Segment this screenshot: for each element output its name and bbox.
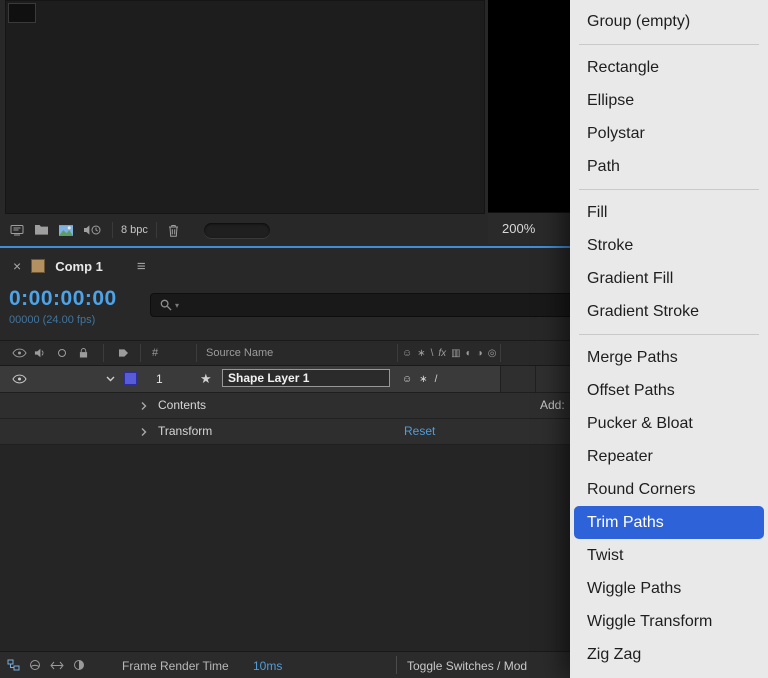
- menu-item-round-corners[interactable]: Round Corners: [574, 473, 764, 506]
- menu-item-merge-paths[interactable]: Merge Paths: [574, 341, 764, 374]
- solo-column-icon[interactable]: [58, 349, 66, 357]
- menu-separator: [570, 38, 768, 51]
- draft-3d-icon[interactable]: [29, 659, 41, 671]
- menu-item-offset-paths[interactable]: Offset Paths: [574, 374, 764, 407]
- menu-item-polystar[interactable]: Polystar: [574, 117, 764, 150]
- shape-layer-star-icon: ★: [200, 371, 212, 386]
- column-divider: [140, 344, 141, 362]
- collapse-column-icon[interactable]: ∗: [417, 348, 425, 359]
- expand-arrows-icon[interactable]: [50, 661, 64, 670]
- transform-reset-link[interactable]: Reset: [404, 419, 435, 444]
- eye-column-icon[interactable]: [12, 348, 27, 358]
- layer-number-column-label: #: [152, 347, 159, 359]
- column-divider: [500, 344, 501, 362]
- comp-mini-flowchart-icon[interactable]: [7, 659, 20, 671]
- quality-column-icon[interactable]: \: [431, 348, 434, 359]
- layer-quality-icon[interactable]: /: [435, 374, 438, 385]
- panel-close-button[interactable]: ×: [13, 258, 21, 274]
- lock-column-icon[interactable]: [79, 348, 88, 359]
- shy-column-icon[interactable]: ☺: [402, 348, 412, 359]
- search-icon: [160, 299, 172, 311]
- 3d-column-icon[interactable]: ◎: [488, 348, 497, 359]
- menu-item-fill[interactable]: Fill: [574, 196, 764, 229]
- layer-collapse-icon[interactable]: ∗: [419, 374, 427, 385]
- layer-expand-chevron-down-icon[interactable]: [106, 376, 115, 382]
- layer-visibility-eye-icon[interactable]: [12, 374, 27, 384]
- panel-tab-corner: [8, 3, 36, 23]
- timeline-bottom-icons: [7, 652, 85, 678]
- layer-shy-icon[interactable]: ☺: [402, 374, 412, 385]
- switch-cell[interactable]: [535, 366, 571, 392]
- column-divider: [196, 344, 197, 362]
- menu-item-twist[interactable]: Twist: [574, 539, 764, 572]
- motion-blur-column-icon[interactable]: ◐: [466, 348, 472, 359]
- folder-icon[interactable]: [35, 225, 48, 235]
- composition-icon: [31, 259, 46, 273]
- layer-name-field[interactable]: Shape Layer 1: [222, 369, 390, 387]
- frame-render-time-value: 10ms: [253, 659, 283, 673]
- layer-switches: ☺ ∗ /: [402, 366, 437, 392]
- menu-item-repeater[interactable]: Repeater: [574, 440, 764, 473]
- motion-blur-preview-icon[interactable]: [73, 659, 85, 671]
- project-panel-toolbar: 8 bpc: [0, 216, 486, 244]
- menu-item-zig-zag[interactable]: Zig Zag: [574, 638, 764, 671]
- audio-column-icon[interactable]: [34, 348, 45, 359]
- search-options-caret-icon[interactable]: ▾: [175, 301, 179, 310]
- menu-separator: [570, 183, 768, 196]
- column-divider: [103, 344, 104, 362]
- switch-cell[interactable]: [500, 366, 536, 392]
- after-effects-window: 8 bpc 200% × Comp 1 ≡ 0:00:00:00 00000 (…: [0, 0, 768, 678]
- menu-item-gradient-stroke[interactable]: Gradient Stroke: [574, 295, 764, 328]
- menu-separator: [570, 328, 768, 341]
- column-divider: [397, 344, 398, 362]
- adjustment-column-icon[interactable]: ◑: [477, 348, 483, 359]
- source-name-column-label[interactable]: Source Name: [206, 341, 273, 365]
- panel-menu-icon[interactable]: ≡: [137, 258, 146, 275]
- bit-depth-button[interactable]: 8 bpc: [112, 222, 157, 238]
- image-thumbnail-icon[interactable]: [59, 224, 73, 236]
- zoom-level-dropdown[interactable]: 200%: [502, 221, 535, 236]
- transform-label[interactable]: Transform: [158, 419, 212, 444]
- contents-label[interactable]: Contents: [158, 393, 206, 418]
- project-panel-content: [5, 0, 485, 214]
- timeline-tab-comp1[interactable]: Comp 1: [55, 259, 103, 274]
- frame-count-display: 00000 (24.00 fps): [9, 314, 96, 326]
- menu-item-wiggle-paths[interactable]: Wiggle Paths: [574, 572, 764, 605]
- transform-chevron-right-icon[interactable]: [141, 427, 147, 436]
- menu-item-trim-paths[interactable]: Trim Paths: [574, 506, 764, 539]
- current-time-display[interactable]: 0:00:00:00: [9, 287, 117, 311]
- layer-label-color-swatch[interactable]: [124, 372, 137, 385]
- frame-blend-column-icon[interactable]: ▥: [451, 348, 460, 359]
- contents-chevron-right-icon[interactable]: [141, 401, 147, 410]
- timeline-search-input[interactable]: ▾: [150, 293, 574, 317]
- layer-number: 1: [156, 372, 163, 386]
- label-column-icon[interactable]: [118, 349, 129, 358]
- status-bar-divider: [396, 656, 397, 674]
- add-shape-property-label[interactable]: Add:: [540, 393, 565, 418]
- progress-pill: [203, 222, 270, 238]
- menu-item-path[interactable]: Path: [574, 150, 764, 183]
- fx-column-icon[interactable]: fx: [438, 348, 446, 359]
- menu-item-pucker-bloat[interactable]: Pucker & Bloat: [574, 407, 764, 440]
- menu-item-stroke[interactable]: Stroke: [574, 229, 764, 262]
- menu-item-group-empty[interactable]: Group (empty): [574, 5, 764, 38]
- trash-icon[interactable]: [168, 224, 179, 237]
- menu-item-gradient-fill[interactable]: Gradient Fill: [574, 262, 764, 295]
- menu-item-wiggle-transform[interactable]: Wiggle Transform: [574, 605, 764, 638]
- shape-add-context-menu: Group (empty) Rectangle Ellipse Polystar…: [570, 0, 768, 678]
- monitor-icon[interactable]: [10, 224, 24, 236]
- toggle-switches-modes-button[interactable]: Toggle Switches / Mod: [407, 652, 527, 678]
- menu-item-rectangle[interactable]: Rectangle: [574, 51, 764, 84]
- menu-item-ellipse[interactable]: Ellipse: [574, 84, 764, 117]
- frame-render-time-label: Frame Render Time: [122, 659, 229, 673]
- audio-mute-clock-icon[interactable]: [84, 224, 101, 236]
- switch-column-icons: ☺ ∗ \ fx ▥ ◐ ◑ ◎: [402, 341, 496, 365]
